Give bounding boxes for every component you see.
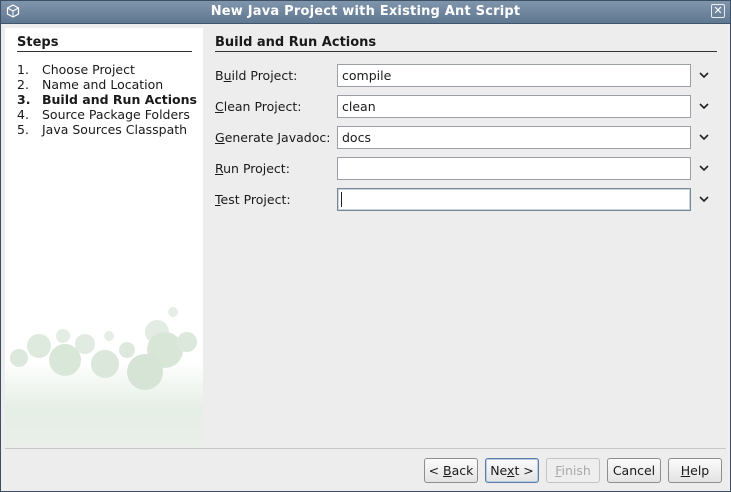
build-project-value: compile	[342, 68, 392, 83]
run-project-combo[interactable]	[337, 157, 691, 180]
next-button[interactable]: Next >	[485, 458, 539, 483]
clean-project-value: clean	[342, 99, 376, 114]
step-item: 5. Java Sources Classpath	[17, 122, 197, 137]
clean-project-label: Clean Project:	[215, 99, 302, 114]
step-number: 3.	[17, 92, 31, 107]
test-project-label: Test Project:	[215, 192, 291, 207]
step-item-current: 3. Build and Run Actions	[17, 92, 197, 107]
back-button[interactable]: < Back	[424, 458, 478, 483]
step-label: Source Package Folders	[42, 107, 190, 122]
chevron-down-icon[interactable]	[695, 130, 713, 145]
cancel-button[interactable]: Cancel	[607, 458, 661, 483]
footer-separator	[5, 448, 726, 449]
generate-javadoc-combo[interactable]: docs	[337, 126, 691, 149]
section-heading: Build and Run Actions	[215, 35, 717, 52]
build-project-label: Build Project:	[215, 68, 298, 83]
steps-heading: Steps	[17, 35, 192, 52]
step-label: Name and Location	[42, 77, 164, 92]
clean-project-row: Clean Project: clean	[215, 95, 717, 118]
step-label: Choose Project	[42, 62, 135, 77]
chevron-down-icon[interactable]	[695, 68, 713, 83]
build-project-combo[interactable]: compile	[337, 64, 691, 87]
dialog-window: New Java Project with Existing Ant Scrip…	[0, 0, 731, 492]
step-item: 4. Source Package Folders	[17, 107, 197, 122]
finish-button[interactable]: Finish	[546, 458, 600, 483]
generate-javadoc-value: docs	[342, 130, 371, 145]
step-label: Java Sources Classpath	[42, 122, 188, 137]
build-project-row: Build Project: compile	[215, 64, 717, 87]
main-panel: Build and Run Actions Build Project: com…	[215, 28, 717, 446]
chevron-down-icon[interactable]	[695, 192, 713, 207]
generate-javadoc-row: Generate Javadoc: docs	[215, 126, 717, 149]
step-number: 1.	[17, 62, 29, 77]
step-label: Build and Run Actions	[42, 92, 197, 107]
close-icon[interactable]: ✕	[711, 4, 725, 18]
step-item: 1. Choose Project	[17, 62, 197, 77]
test-project-row: Test Project:	[215, 188, 717, 211]
chevron-down-icon[interactable]	[695, 99, 713, 114]
text-caret	[341, 192, 342, 207]
generate-javadoc-label: Generate Javadoc:	[215, 130, 331, 145]
decorative-bubbles-image	[5, 307, 203, 446]
step-number: 5.	[17, 122, 29, 137]
chevron-down-icon[interactable]	[695, 161, 713, 176]
test-project-combo[interactable]	[337, 188, 691, 211]
help-button[interactable]: Help	[668, 458, 722, 483]
steps-panel: Steps 1. Choose Project 2. Name and Locati…	[5, 28, 203, 446]
run-project-label: Run Project:	[215, 161, 290, 176]
step-number: 4.	[17, 107, 29, 122]
steps-list: 1. Choose Project 2. Name and Location 3. B…	[17, 62, 197, 137]
window-title: New Java Project with Existing Ant Scrip…	[210, 4, 521, 19]
step-item: 2. Name and Location	[17, 77, 197, 92]
title-bar[interactable]: New Java Project with Existing Ant Scrip…	[1, 1, 730, 24]
run-project-row: Run Project:	[215, 157, 717, 180]
clean-project-combo[interactable]: clean	[337, 95, 691, 118]
step-number: 2.	[17, 77, 29, 92]
